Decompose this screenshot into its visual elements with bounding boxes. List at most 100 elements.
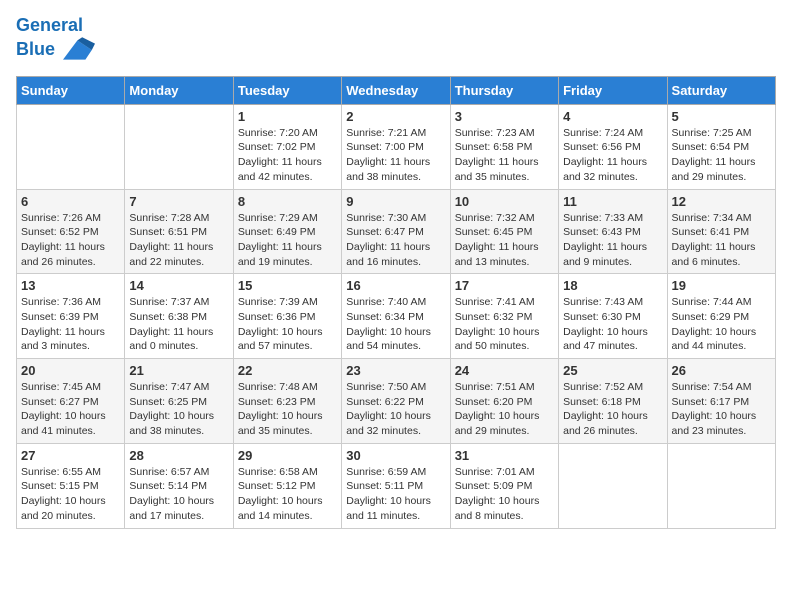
day-number: 29	[238, 448, 337, 463]
day-number: 23	[346, 363, 445, 378]
day-number: 17	[455, 278, 554, 293]
calendar-cell: 16 Sunrise: 7:40 AM Sunset: 6:34 PM Dayli…	[342, 274, 450, 359]
day-number: 12	[672, 194, 771, 209]
day-number: 4	[563, 109, 662, 124]
day-detail: Sunrise: 7:23 AM Sunset: 6:58 PM Dayligh…	[455, 126, 554, 185]
calendar-cell	[125, 104, 233, 189]
calendar-week-4: 20 Sunrise: 7:45 AM Sunset: 6:27 PM Dayli…	[17, 359, 776, 444]
calendar-cell: 2 Sunrise: 7:21 AM Sunset: 7:00 PM Daylig…	[342, 104, 450, 189]
day-number: 31	[455, 448, 554, 463]
day-detail: Sunrise: 6:58 AM Sunset: 5:12 PM Dayligh…	[238, 465, 337, 524]
day-number: 15	[238, 278, 337, 293]
day-number: 3	[455, 109, 554, 124]
calendar-cell: 27Sunrise: 6:55 AM Sunset: 5:15 PM Dayli…	[17, 443, 125, 528]
weekday-header-friday: Friday	[559, 76, 667, 104]
day-number: 28	[129, 448, 228, 463]
calendar-cell: 21 Sunrise: 7:47 AM Sunset: 6:25 PM Dayli…	[125, 359, 233, 444]
day-number: 7	[129, 194, 228, 209]
day-number: 27	[21, 448, 120, 463]
day-detail: Sunrise: 7:34 AM Sunset: 6:41 PM Dayligh…	[672, 211, 771, 270]
day-detail: Sunrise: 7:37 AM Sunset: 6:38 PM Dayligh…	[129, 295, 228, 354]
day-detail: Sunrise: 7:24 AM Sunset: 6:56 PM Dayligh…	[563, 126, 662, 185]
day-number: 5	[672, 109, 771, 124]
day-number: 16	[346, 278, 445, 293]
calendar-cell: 4 Sunrise: 7:24 AM Sunset: 6:56 PM Daylig…	[559, 104, 667, 189]
day-number: 20	[21, 363, 120, 378]
calendar-cell	[667, 443, 775, 528]
page-header: General Blue	[16, 16, 776, 64]
calendar-cell: 8Sunrise: 7:29 AM Sunset: 6:49 PM Daylig…	[233, 189, 341, 274]
day-detail: Sunrise: 7:33 AM Sunset: 6:43 PM Dayligh…	[563, 211, 662, 270]
day-detail: Sunrise: 7:54 AM Sunset: 6:17 PM Dayligh…	[672, 380, 771, 439]
day-detail: Sunrise: 7:39 AM Sunset: 6:36 PM Dayligh…	[238, 295, 337, 354]
calendar-cell: 14 Sunrise: 7:37 AM Sunset: 6:38 PM Dayli…	[125, 274, 233, 359]
day-number: 11	[563, 194, 662, 209]
calendar-cell: 19 Sunrise: 7:44 AM Sunset: 6:29 PM Dayli…	[667, 274, 775, 359]
day-detail: Sunrise: 7:50 AM Sunset: 6:22 PM Dayligh…	[346, 380, 445, 439]
calendar-cell: 15 Sunrise: 7:39 AM Sunset: 6:36 PM Dayli…	[233, 274, 341, 359]
day-number: 24	[455, 363, 554, 378]
day-detail: Sunrise: 7:47 AM Sunset: 6:25 PM Dayligh…	[129, 380, 228, 439]
calendar-cell: 28Sunrise: 6:57 AM Sunset: 5:14 PM Dayli…	[125, 443, 233, 528]
day-detail: Sunrise: 7:43 AM Sunset: 6:30 PM Dayligh…	[563, 295, 662, 354]
weekday-header-row: SundayMondayTuesdayWednesdayThursdayFrid…	[17, 76, 776, 104]
calendar-week-2: 6Sunrise: 7:26 AM Sunset: 6:52 PM Daylig…	[17, 189, 776, 274]
day-detail: Sunrise: 7:48 AM Sunset: 6:23 PM Dayligh…	[238, 380, 337, 439]
weekday-header-wednesday: Wednesday	[342, 76, 450, 104]
calendar-cell: 1 Sunrise: 7:20 AM Sunset: 7:02 PM Daylig…	[233, 104, 341, 189]
calendar-cell: 30 Sunrise: 6:59 AM Sunset: 5:11 PM Dayli…	[342, 443, 450, 528]
day-number: 1	[238, 109, 337, 124]
calendar-week-1: 1 Sunrise: 7:20 AM Sunset: 7:02 PM Daylig…	[17, 104, 776, 189]
logo: General Blue	[16, 16, 95, 64]
day-detail: Sunrise: 7:21 AM Sunset: 7:00 PM Dayligh…	[346, 126, 445, 185]
calendar-cell: 13 Sunrise: 7:36 AM Sunset: 6:39 PM Dayli…	[17, 274, 125, 359]
weekday-header-tuesday: Tuesday	[233, 76, 341, 104]
logo-text2: Blue	[16, 36, 95, 64]
day-number: 19	[672, 278, 771, 293]
day-number: 2	[346, 109, 445, 124]
calendar-cell: 25 Sunrise: 7:52 AM Sunset: 6:18 PM Dayli…	[559, 359, 667, 444]
day-detail: Sunrise: 7:40 AM Sunset: 6:34 PM Dayligh…	[346, 295, 445, 354]
calendar-cell: 3 Sunrise: 7:23 AM Sunset: 6:58 PM Daylig…	[450, 104, 558, 189]
day-number: 18	[563, 278, 662, 293]
calendar-week-5: 27Sunrise: 6:55 AM Sunset: 5:15 PM Dayli…	[17, 443, 776, 528]
weekday-header-monday: Monday	[125, 76, 233, 104]
weekday-header-sunday: Sunday	[17, 76, 125, 104]
day-detail: Sunrise: 7:36 AM Sunset: 6:39 PM Dayligh…	[21, 295, 120, 354]
calendar-cell: 17 Sunrise: 7:41 AM Sunset: 6:32 PM Dayli…	[450, 274, 558, 359]
day-number: 14	[129, 278, 228, 293]
day-detail: Sunrise: 7:01 AM Sunset: 5:09 PM Dayligh…	[455, 465, 554, 524]
day-number: 30	[346, 448, 445, 463]
day-detail: Sunrise: 7:25 AM Sunset: 6:54 PM Dayligh…	[672, 126, 771, 185]
day-number: 25	[563, 363, 662, 378]
logo-text: General	[16, 16, 95, 36]
calendar-cell: 22Sunrise: 7:48 AM Sunset: 6:23 PM Dayli…	[233, 359, 341, 444]
calendar-cell: 9 Sunrise: 7:30 AM Sunset: 6:47 PM Daylig…	[342, 189, 450, 274]
calendar-cell: 7Sunrise: 7:28 AM Sunset: 6:51 PM Daylig…	[125, 189, 233, 274]
weekday-header-thursday: Thursday	[450, 76, 558, 104]
weekday-header-saturday: Saturday	[667, 76, 775, 104]
calendar-cell: 23 Sunrise: 7:50 AM Sunset: 6:22 PM Dayli…	[342, 359, 450, 444]
day-detail: Sunrise: 7:52 AM Sunset: 6:18 PM Dayligh…	[563, 380, 662, 439]
calendar-cell	[17, 104, 125, 189]
day-number: 26	[672, 363, 771, 378]
day-number: 21	[129, 363, 228, 378]
day-detail: Sunrise: 7:29 AM Sunset: 6:49 PM Dayligh…	[238, 211, 337, 270]
day-number: 9	[346, 194, 445, 209]
day-detail: Sunrise: 7:30 AM Sunset: 6:47 PM Dayligh…	[346, 211, 445, 270]
day-detail: Sunrise: 7:45 AM Sunset: 6:27 PM Dayligh…	[21, 380, 120, 439]
calendar-cell: 29 Sunrise: 6:58 AM Sunset: 5:12 PM Dayli…	[233, 443, 341, 528]
day-detail: Sunrise: 6:59 AM Sunset: 5:11 PM Dayligh…	[346, 465, 445, 524]
day-detail: Sunrise: 7:44 AM Sunset: 6:29 PM Dayligh…	[672, 295, 771, 354]
calendar-cell: 10Sunrise: 7:32 AM Sunset: 6:45 PM Dayli…	[450, 189, 558, 274]
day-detail: Sunrise: 7:20 AM Sunset: 7:02 PM Dayligh…	[238, 126, 337, 185]
day-detail: Sunrise: 7:41 AM Sunset: 6:32 PM Dayligh…	[455, 295, 554, 354]
day-number: 10	[455, 194, 554, 209]
calendar-cell: 24Sunrise: 7:51 AM Sunset: 6:20 PM Dayli…	[450, 359, 558, 444]
calendar-cell: 26 Sunrise: 7:54 AM Sunset: 6:17 PM Dayli…	[667, 359, 775, 444]
calendar-cell: 6Sunrise: 7:26 AM Sunset: 6:52 PM Daylig…	[17, 189, 125, 274]
calendar-cell: 18 Sunrise: 7:43 AM Sunset: 6:30 PM Dayli…	[559, 274, 667, 359]
calendar-cell: 12 Sunrise: 7:34 AM Sunset: 6:41 PM Dayli…	[667, 189, 775, 274]
day-number: 13	[21, 278, 120, 293]
calendar-week-3: 13 Sunrise: 7:36 AM Sunset: 6:39 PM Dayli…	[17, 274, 776, 359]
